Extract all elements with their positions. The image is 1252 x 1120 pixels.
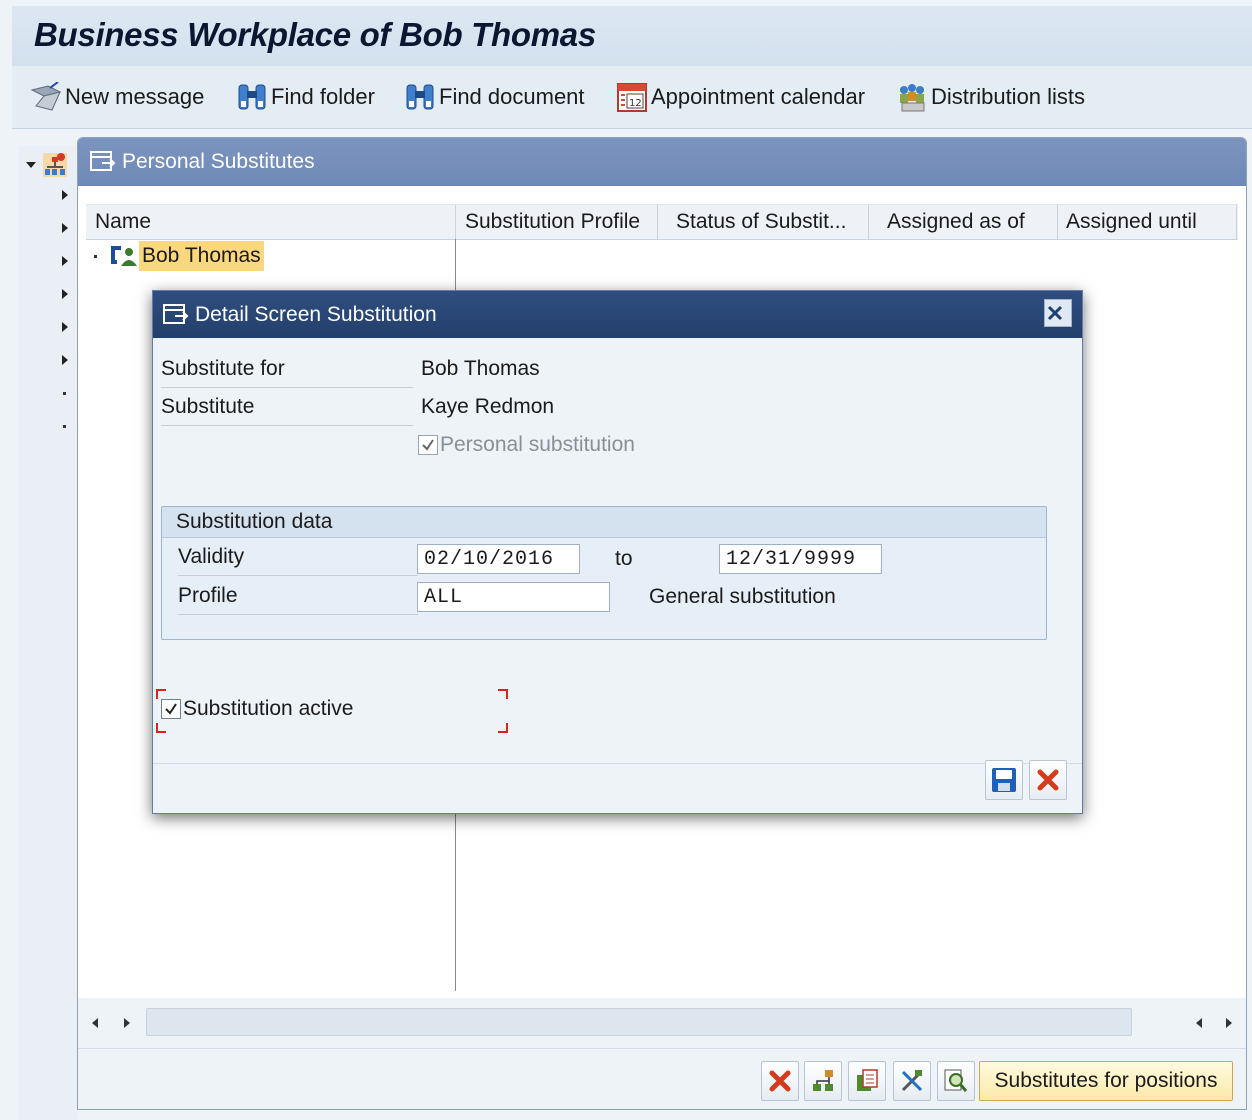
svg-text:12: 12 [629, 98, 642, 109]
nav-root[interactable] [26, 150, 68, 180]
horizontal-scrollbar[interactable] [78, 998, 1246, 1048]
binoculars-icon [238, 84, 266, 110]
nav-expand-icon[interactable] [62, 223, 68, 233]
panel-header: Personal Substitutes [78, 138, 1246, 186]
binoculars-icon [406, 84, 434, 110]
personal-substitution-checkbox: Personal substitution [418, 433, 635, 457]
toolbar: New message Find folder Find document 12 [12, 66, 1252, 129]
distribution-lists-button[interactable]: Distribution lists [896, 80, 1085, 114]
tools-icon [901, 1070, 923, 1092]
substitute-for-label: Substitute for [161, 357, 413, 388]
chevron-down-icon[interactable] [26, 162, 36, 168]
column-header-name[interactable]: Name [86, 205, 456, 239]
row-name[interactable]: Bob Thomas [139, 241, 264, 271]
display-button[interactable] [937, 1061, 975, 1101]
panel-title: Personal Substitutes [122, 150, 315, 173]
find-folder-label: Find folder [271, 84, 375, 109]
substitutes-for-positions-button[interactable]: Substitutes for positions [979, 1061, 1233, 1101]
validity-label: Validity [178, 545, 418, 576]
magnifier-icon [944, 1069, 968, 1092]
left-nav-tree [18, 146, 78, 1120]
save-icon [992, 768, 1016, 792]
focus-corner [498, 689, 508, 699]
window-icon [163, 303, 189, 324]
scroll-left-icon[interactable] [1196, 1018, 1202, 1028]
hierarchy-icon [813, 1070, 833, 1091]
scroll-track[interactable] [146, 1008, 1132, 1036]
appointment-calendar-label: Appointment calendar [651, 84, 866, 109]
nav-expand-icon[interactable] [62, 190, 68, 200]
nav-expand-icon[interactable] [62, 322, 68, 332]
settings-button[interactable] [893, 1061, 931, 1101]
validity-to-input[interactable]: 12/31/9999 [719, 544, 882, 574]
new-message-label: New message [65, 84, 205, 109]
group-title: Substitution data [162, 507, 1046, 538]
dialog-header: Detail Screen Substitution [153, 291, 1082, 338]
calendar-icon: 12 [617, 83, 647, 112]
scroll-right-icon[interactable] [124, 1018, 130, 1028]
profile-description: General substitution [649, 585, 836, 608]
panel-footer: Substitutes for positions [78, 1048, 1246, 1109]
person-icon [111, 246, 137, 266]
document-icon [857, 1069, 878, 1091]
close-icon [769, 1070, 791, 1092]
close-icon [1047, 305, 1063, 321]
profile-label: Profile [178, 584, 418, 615]
focus-corner [498, 723, 508, 733]
scroll-left-icon[interactable] [92, 1018, 98, 1028]
profile-input[interactable]: ALL [417, 582, 610, 612]
checkbox-checked-icon [418, 435, 438, 456]
find-folder-button[interactable]: Find folder [236, 80, 375, 114]
tree-leaf-dot [94, 254, 97, 258]
window-icon [90, 151, 116, 171]
substitute-label: Substitute [161, 395, 413, 426]
personal-substitution-label: Personal substitution [440, 433, 635, 456]
column-header-assigned-from[interactable]: Assigned as of [878, 205, 1058, 239]
dialog-close-button[interactable] [1044, 299, 1072, 327]
page-title: Business Workplace of Bob Thomas [34, 16, 596, 53]
column-header-status[interactable]: Status of Substit... [667, 205, 869, 239]
validity-from-input[interactable]: 02/10/2016 [417, 544, 580, 574]
checkbox-checked-icon[interactable] [161, 699, 181, 720]
scroll-right-icon[interactable] [1226, 1018, 1232, 1028]
to-label: to [615, 547, 633, 570]
nav-leaf-dot [63, 392, 66, 395]
new-message-button[interactable]: New message [30, 80, 204, 114]
dialog-title: Detail Screen Substitution [195, 302, 437, 326]
substitute-value: Kaye Redmon [421, 395, 555, 418]
substitution-active-checkbox[interactable]: Substitution active [161, 697, 353, 721]
save-button[interactable] [985, 760, 1023, 800]
distribution-lists-label: Distribution lists [931, 84, 1086, 109]
nav-expand-icon[interactable] [62, 355, 68, 365]
org-structure-icon [43, 153, 67, 177]
appointment-calendar-button[interactable]: 12 Appointment calendar [616, 80, 865, 114]
table-row[interactable]: Bob Thomas [94, 241, 264, 271]
close-icon [1037, 769, 1059, 791]
substitution-active-label: Substitution active [183, 697, 354, 720]
detail-substitution-dialog: Detail Screen Substitution Substitute fo… [152, 290, 1083, 814]
cancel-button[interactable] [761, 1061, 799, 1101]
focus-corner [156, 723, 166, 733]
nav-expand-icon[interactable] [62, 289, 68, 299]
documents-button[interactable] [848, 1061, 886, 1101]
distribution-list-icon [900, 84, 925, 112]
nav-leaf-dot [63, 425, 66, 428]
column-header-profile[interactable]: Substitution Profile [456, 205, 658, 239]
title-bar: Business Workplace of Bob Thomas [12, 6, 1252, 67]
cancel-button[interactable] [1029, 760, 1067, 800]
structure-button[interactable] [804, 1061, 842, 1101]
substitute-for-value: Bob Thomas [421, 357, 540, 380]
column-header-assigned-until[interactable]: Assigned until [1057, 205, 1237, 239]
find-document-label: Find document [439, 84, 585, 109]
table-header: Name Substitution Profile Status of Subs… [86, 204, 1238, 240]
nav-expand-icon[interactable] [62, 256, 68, 266]
find-document-button[interactable]: Find document [404, 80, 585, 114]
substitution-data-group: Substitution data Validity 02/10/2016 to… [161, 506, 1047, 640]
dialog-footer [153, 760, 1082, 813]
new-message-icon [30, 82, 62, 111]
